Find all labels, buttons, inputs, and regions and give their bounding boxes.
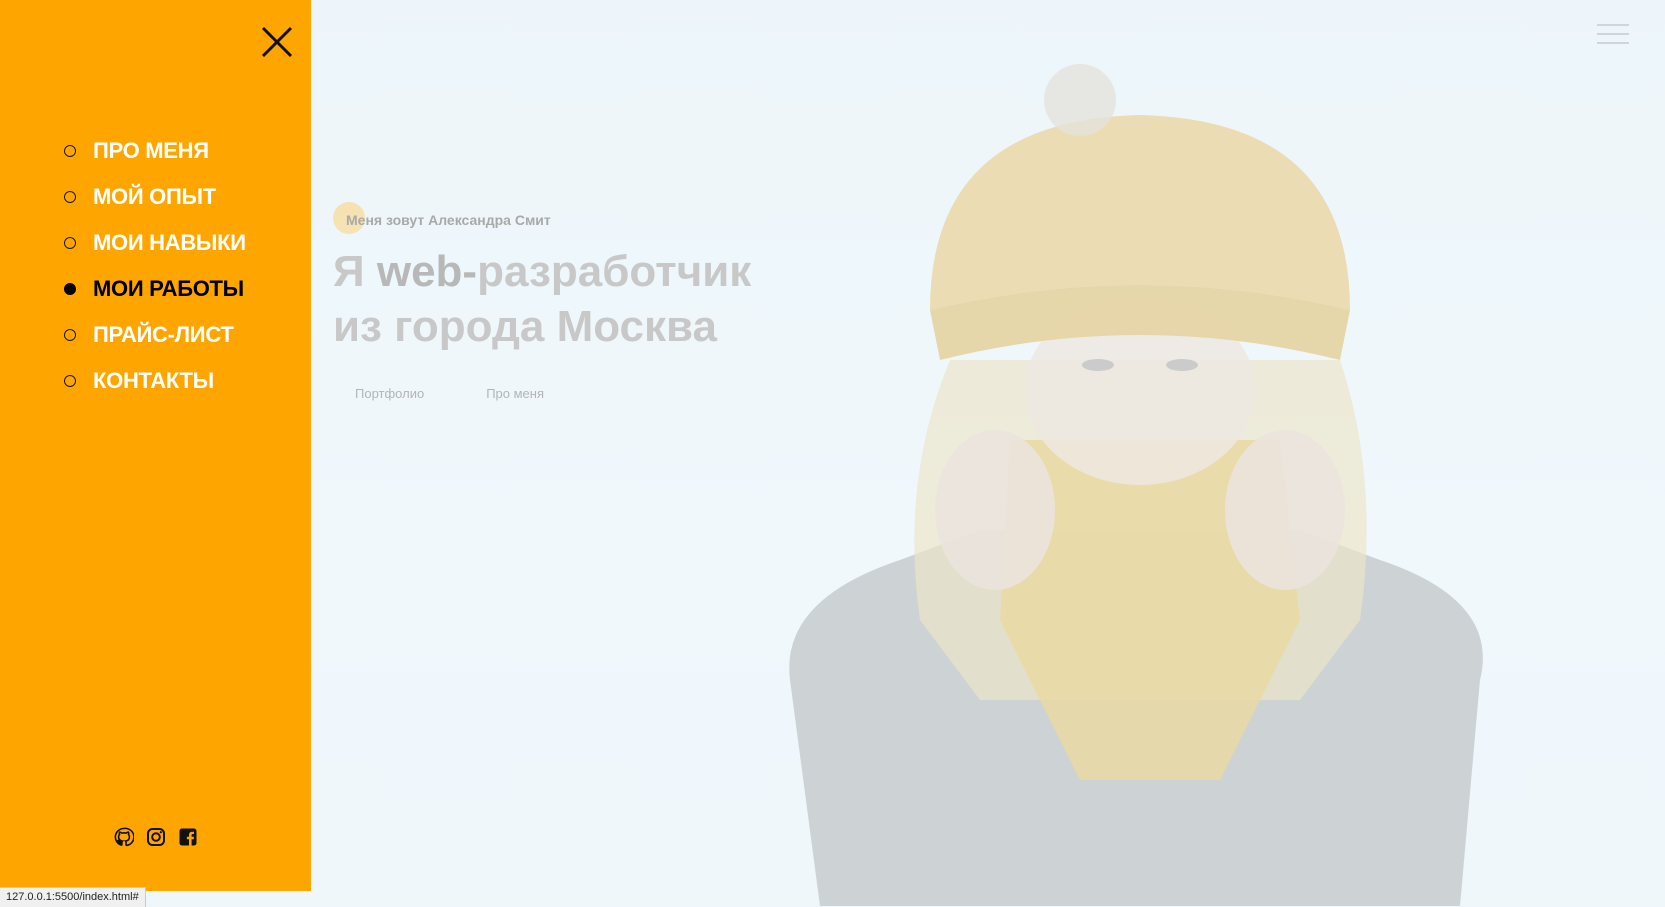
hero-headline: Я web-разработчик из города Москва <box>333 244 751 354</box>
hero-buttons: Портфолио Про меня <box>333 386 751 401</box>
about-button[interactable]: Про меня <box>486 386 544 401</box>
intro-wrap: Меня зовут Александра Смит <box>333 198 751 234</box>
hero-intro: Меня зовут Александра Смит <box>346 212 551 228</box>
radio-bullet-icon <box>64 237 76 249</box>
burger-line <box>1597 33 1629 35</box>
sidebar-item-pricelist[interactable]: ПРАЙС-ЛИСТ <box>64 312 246 358</box>
sidebar-item-skills[interactable]: МОИ НАВЫКИ <box>64 220 246 266</box>
hero-text: Меня зовут Александра Смит Я web-разрабо… <box>333 198 751 401</box>
sidebar-item-experience[interactable]: МОЙ ОПЫТ <box>64 174 246 220</box>
github-icon[interactable] <box>113 826 135 848</box>
sidebar-item-label: ПРАЙС-ЛИСТ <box>93 322 234 347</box>
sidebar-item-about[interactable]: ПРО МЕНЯ <box>64 128 246 174</box>
facebook-icon[interactable] <box>177 826 199 848</box>
sidebar-item-label: МОИ РАБОТЫ <box>93 276 244 301</box>
radio-bullet-icon <box>64 145 76 157</box>
portfolio-button[interactable]: Портфолио <box>355 386 424 401</box>
headline-pre: Я <box>333 247 377 296</box>
social-links <box>113 826 199 848</box>
sidebar-item-label: МОЙ ОПЫТ <box>93 184 216 209</box>
sidebar-item-contacts[interactable]: КОНТАКТЫ <box>64 358 246 404</box>
hamburger-menu-icon[interactable] <box>1597 24 1629 46</box>
sidebar-item-label: МОИ НАВЫКИ <box>93 230 246 255</box>
close-icon[interactable] <box>259 24 295 60</box>
headline-line2: из города Москва <box>333 302 717 351</box>
sidebar-menu: ПРО МЕНЯ МОЙ ОПЫТ МОИ НАВЫКИ МОИ РАБОТЫ … <box>0 0 311 891</box>
burger-line <box>1597 42 1629 44</box>
radio-bullet-icon <box>64 329 76 341</box>
burger-line <box>1597 24 1629 26</box>
instagram-icon[interactable] <box>145 826 167 848</box>
sidebar-item-works[interactable]: МОИ РАБОТЫ <box>64 266 246 312</box>
headline-accent: web- <box>376 247 478 296</box>
sidebar-item-label: ПРО МЕНЯ <box>93 138 209 163</box>
sidebar-item-label: КОНТАКТЫ <box>93 368 214 393</box>
sidebar-nav: ПРО МЕНЯ МОЙ ОПЫТ МОИ НАВЫКИ МОИ РАБОТЫ … <box>64 128 246 404</box>
radio-bullet-icon <box>64 375 76 387</box>
status-url-bar: 127.0.0.1:5500/index.html# <box>0 887 146 907</box>
radio-bullet-icon <box>64 283 76 295</box>
headline-rest: разработчик <box>477 247 752 296</box>
radio-bullet-icon <box>64 191 76 203</box>
